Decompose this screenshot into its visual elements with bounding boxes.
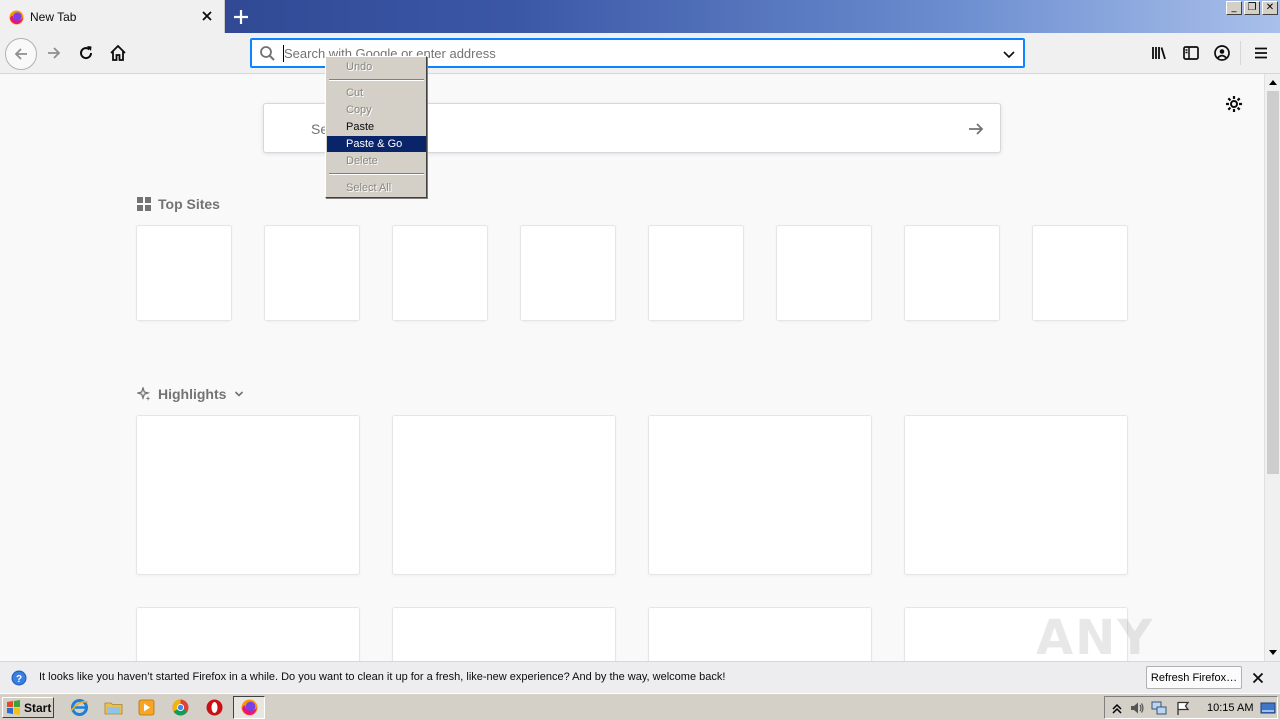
highlight-card[interactable] [904, 415, 1128, 575]
menu-separator [329, 79, 424, 81]
top-site-tile[interactable] [648, 225, 744, 321]
triangle-up-icon [1269, 80, 1277, 85]
arrow-right-icon [48, 47, 61, 59]
question-icon: ? [11, 670, 27, 686]
top-site-tile[interactable] [392, 225, 488, 321]
menu-item-undo[interactable]: Undo [327, 59, 426, 75]
minimize-button[interactable]: _ [1226, 1, 1242, 15]
volume-icon[interactable] [1129, 700, 1145, 716]
sparkle-icon [137, 387, 151, 401]
navigation-toolbar: Search with Google or enter address [0, 33, 1280, 74]
windows-logo-icon [7, 700, 20, 715]
highlight-card[interactable] [392, 415, 616, 575]
title-bar: New Tab _ ❐ ✕ [0, 0, 1280, 33]
menu-item-select-all[interactable]: Select All [327, 180, 426, 196]
tab-new-tab[interactable]: New Tab [0, 0, 225, 33]
menu-separator [329, 173, 424, 175]
svg-text:?: ? [16, 674, 22, 685]
reload-button[interactable] [72, 39, 100, 67]
arrow-right-icon[interactable] [966, 119, 986, 139]
home-button[interactable] [104, 39, 132, 67]
start-label: Start [24, 700, 52, 715]
top-sites-title: Top Sites [158, 196, 220, 212]
chevron-down-icon[interactable] [1002, 47, 1016, 61]
highlights-title: Highlights [158, 386, 227, 402]
hamburger-menu-icon [1255, 47, 1267, 59]
sidebar-icon [1183, 46, 1199, 60]
show-desktop-icon[interactable] [1260, 700, 1276, 716]
chevron-up-icon[interactable] [1109, 700, 1125, 716]
media-player-icon[interactable] [137, 698, 156, 717]
highlight-card[interactable] [648, 415, 872, 575]
context-menu: Undo Cut Copy Paste Paste & Go Delete Se… [325, 56, 427, 198]
network-icon[interactable] [1151, 700, 1167, 716]
menu-item-delete[interactable]: Delete [327, 153, 426, 169]
firefox-icon [241, 699, 257, 716]
top-site-tile[interactable] [264, 225, 360, 321]
refresh-firefox-button[interactable]: Refresh Firefox… [1146, 666, 1242, 689]
scroll-down-button[interactable] [1265, 645, 1280, 661]
triangle-down-icon [1269, 650, 1277, 655]
scroll-up-button[interactable] [1265, 74, 1280, 90]
library-button[interactable] [1145, 39, 1173, 67]
top-site-tile[interactable] [136, 225, 232, 321]
start-button[interactable]: Start [2, 697, 54, 718]
close-icon[interactable] [200, 9, 214, 23]
top-site-tile[interactable] [776, 225, 872, 321]
grid-icon [137, 197, 151, 211]
window-controls: _ ❐ ✕ [1226, 1, 1278, 15]
close-icon[interactable] [1250, 670, 1266, 686]
back-button[interactable] [5, 38, 37, 70]
forward-button[interactable] [40, 39, 68, 67]
new-tab-page: Se Top Sites Highlights ANY RUN [0, 74, 1264, 661]
account-button[interactable] [1208, 39, 1236, 67]
gear-icon[interactable] [1224, 94, 1244, 114]
highlight-card[interactable] [392, 607, 616, 661]
taskbar-firefox-button[interactable] [233, 696, 265, 719]
home-icon [110, 44, 126, 61]
top-site-tile[interactable] [1032, 225, 1128, 321]
reload-icon [80, 46, 93, 60]
menu-item-paste-and-go[interactable]: Paste & Go [327, 136, 426, 152]
app-menu-button[interactable] [1247, 39, 1275, 67]
new-tab-button[interactable] [229, 5, 253, 29]
explorer-folder-icon[interactable] [104, 698, 123, 717]
opera-icon[interactable] [205, 698, 224, 717]
top-sites-heading[interactable]: Top Sites [137, 196, 220, 212]
top-site-tile[interactable] [904, 225, 1000, 321]
account-icon [1214, 45, 1230, 61]
highlight-card[interactable] [648, 607, 872, 661]
menu-item-cut[interactable]: Cut [327, 85, 426, 101]
toolbar-separator [1240, 41, 1241, 65]
chevron-down-icon [235, 391, 244, 397]
flag-icon[interactable] [1175, 700, 1191, 716]
highlight-card[interactable] [136, 415, 360, 575]
chrome-icon[interactable] [171, 698, 190, 717]
watermark: ANY RUN [1036, 610, 1155, 661]
system-tray: 10:15 AM [1104, 696, 1278, 719]
arrow-left-icon [14, 48, 27, 60]
text-caret [283, 45, 284, 62]
tab-title: New Tab [30, 10, 77, 24]
menu-item-paste[interactable]: Paste [327, 119, 426, 135]
vertical-scrollbar[interactable] [1264, 74, 1280, 661]
firefox-icon [9, 10, 24, 25]
library-icon [1152, 47, 1166, 60]
notification-message: It looks like you haven’t started Firefo… [39, 671, 726, 683]
menu-item-copy[interactable]: Copy [327, 102, 426, 118]
search-icon [260, 46, 275, 61]
taskbar: Start 10:15 AM [0, 693, 1280, 720]
highlight-card[interactable] [136, 607, 360, 661]
top-site-tile[interactable] [520, 225, 616, 321]
scrollbar-thumb[interactable] [1267, 91, 1279, 474]
restore-button[interactable]: ❐ [1244, 1, 1260, 15]
sidebar-button[interactable] [1177, 39, 1205, 67]
ie-icon[interactable] [70, 698, 89, 717]
notification-bar: ? It looks like you haven’t started Fire… [0, 661, 1280, 693]
highlights-heading[interactable]: Highlights [137, 386, 244, 402]
clock[interactable]: 10:15 AM [1207, 702, 1253, 714]
window-close-button[interactable]: ✕ [1262, 1, 1278, 15]
